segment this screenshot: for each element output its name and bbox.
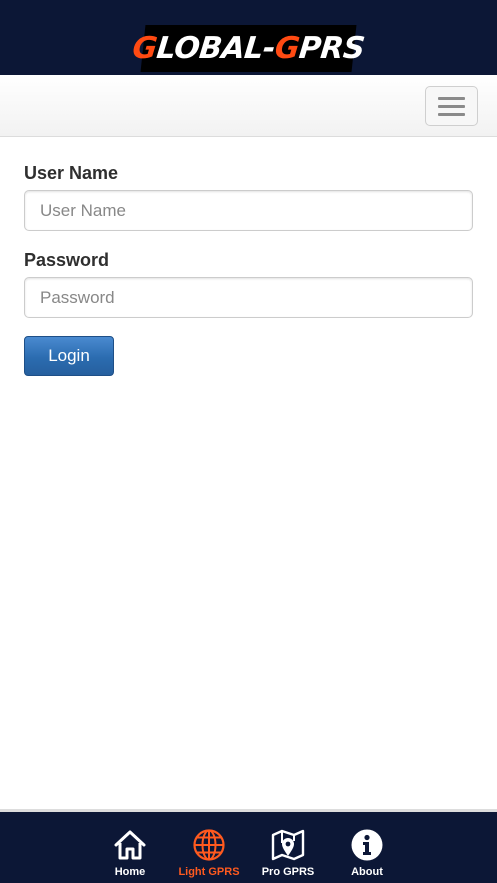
home-icon — [113, 828, 147, 862]
username-input[interactable] — [24, 190, 473, 231]
password-label: Password — [24, 250, 110, 270]
username-label: User Name — [24, 163, 119, 183]
hamburger-line — [438, 96, 465, 100]
tab-pro-gprs[interactable]: Pro GPRS — [248, 812, 328, 883]
tab-home-label: Home — [114, 866, 146, 878]
hamburger-line — [438, 112, 465, 116]
global-gprs-logo: G LOBAL- G PRS — [131, 25, 366, 72]
login-button[interactable]: Login — [24, 336, 114, 376]
tab-light-gprs-label: Light GPRS — [178, 866, 240, 878]
tab-light-gprs[interactable]: Light GPRS — [169, 812, 249, 883]
tab-home[interactable]: Home — [90, 812, 170, 883]
hamburger-menu-button[interactable] — [425, 86, 478, 126]
map-pin-icon — [271, 828, 305, 862]
password-input[interactable] — [24, 277, 473, 318]
app-header: G LOBAL- G PRS — [0, 0, 497, 75]
tab-about-label: About — [351, 866, 383, 878]
logo-text-end: PRS — [297, 31, 367, 66]
navbar — [0, 75, 497, 137]
tab-pro-gprs-label: Pro GPRS — [261, 866, 315, 878]
info-icon — [350, 828, 384, 862]
tab-about[interactable]: About — [327, 812, 407, 883]
globe-icon — [192, 828, 226, 862]
logo-text-middle: LOBAL- — [154, 31, 277, 66]
hamburger-line — [438, 104, 465, 108]
